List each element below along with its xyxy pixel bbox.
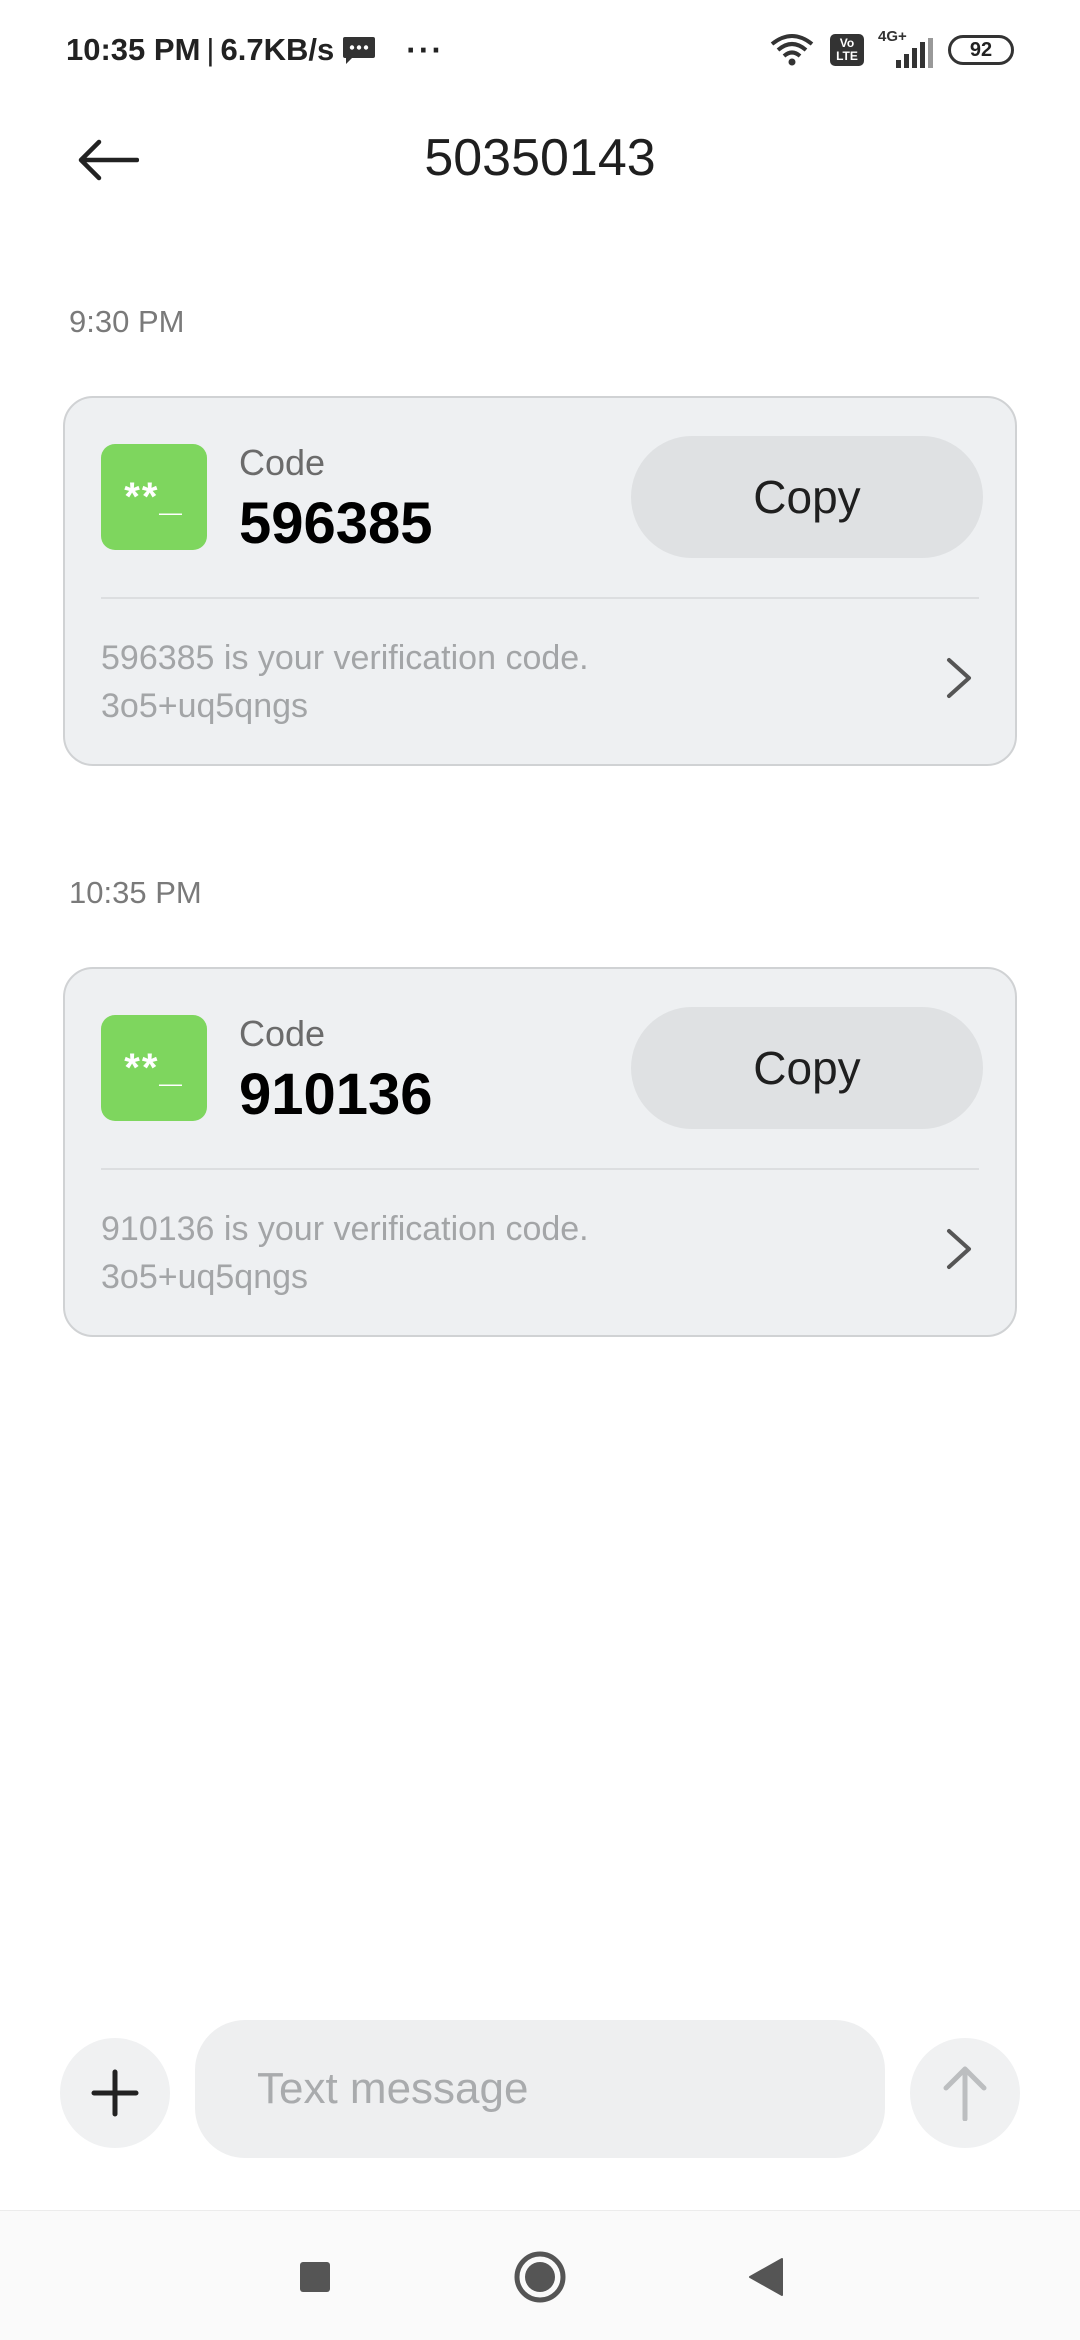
status-right: Vo LTE 4G+ 92 [768, 28, 1014, 70]
back-nav-button[interactable] [736, 2247, 796, 2307]
message-text-line2: 3o5+uq5qngs [101, 1258, 309, 1296]
home-button[interactable] [510, 2247, 570, 2307]
code-value: 910136 [239, 1062, 433, 1127]
card-divider [101, 597, 979, 599]
code-icon-glyph: **_ [124, 1045, 184, 1090]
square-icon [300, 2262, 330, 2292]
status-bar: 10:35 PM | 6.7KB/s ··· Vo LTE 4G+ 92 [0, 0, 1080, 100]
circle-icon [514, 2251, 566, 2303]
recents-button[interactable] [285, 2247, 345, 2307]
chevron-right-icon[interactable] [943, 656, 975, 700]
card-divider [101, 1168, 979, 1170]
plus-icon [91, 2069, 139, 2117]
verification-code-card[interactable]: **_ Code 910136 Copy 910136 is your veri… [63, 967, 1017, 1337]
battery-level: 92 [969, 38, 993, 61]
message-text: 596385 is your verification code. [101, 639, 589, 677]
message-timestamp: 9:30 PM [69, 304, 185, 339]
message-composer [0, 2018, 1080, 2164]
cellular-group: 4G+ [878, 28, 934, 68]
verification-code-card[interactable]: **_ Code 596385 Copy 596385 is your veri… [63, 396, 1017, 766]
copy-button[interactable]: Copy [631, 436, 983, 558]
status-separator: | [206, 32, 215, 67]
volte-icon: Vo LTE [830, 34, 864, 66]
code-icon: **_ [101, 444, 207, 550]
message-body[interactable]: 910136 is your verification code. 3o5+uq… [101, 1205, 801, 1301]
page-title: 50350143 [424, 129, 656, 187]
volte-label: Vo LTE [836, 36, 858, 63]
signal-icon [896, 38, 933, 68]
code-label: Code [239, 1013, 326, 1054]
code-value: 596385 [239, 491, 433, 556]
arrow-up-icon [943, 2066, 987, 2121]
message-body[interactable]: 596385 is your verification code. 3o5+uq… [101, 634, 801, 730]
message-text-line2: 3o5+uq5qngs [101, 687, 309, 725]
conversation-header: 50350143 [0, 110, 1080, 210]
code-icon-glyph: **_ [124, 474, 184, 519]
battery-icon: 92 [948, 35, 1014, 65]
send-button[interactable] [910, 2038, 1020, 2148]
wifi-icon [770, 34, 814, 66]
network-speed: 6.7KB/s [220, 32, 335, 67]
message-timestamp: 10:35 PM [69, 875, 202, 910]
system-nav-bar [0, 2210, 1080, 2340]
add-attachment-button[interactable] [60, 2038, 170, 2148]
message-icon [343, 37, 376, 64]
message-input[interactable] [195, 2020, 885, 2158]
copy-button[interactable]: Copy [631, 1007, 983, 1129]
message-text: 910136 is your verification code. [101, 1210, 589, 1248]
triangle-back-icon [749, 2258, 783, 2296]
more-notifications-icon: ··· [406, 31, 445, 68]
status-time: 10:35 PM [66, 32, 201, 67]
chevron-right-icon[interactable] [943, 1227, 975, 1271]
status-left: 10:35 PM | 6.7KB/s ··· [66, 28, 444, 72]
code-label: Code [239, 442, 326, 483]
code-icon: **_ [101, 1015, 207, 1121]
